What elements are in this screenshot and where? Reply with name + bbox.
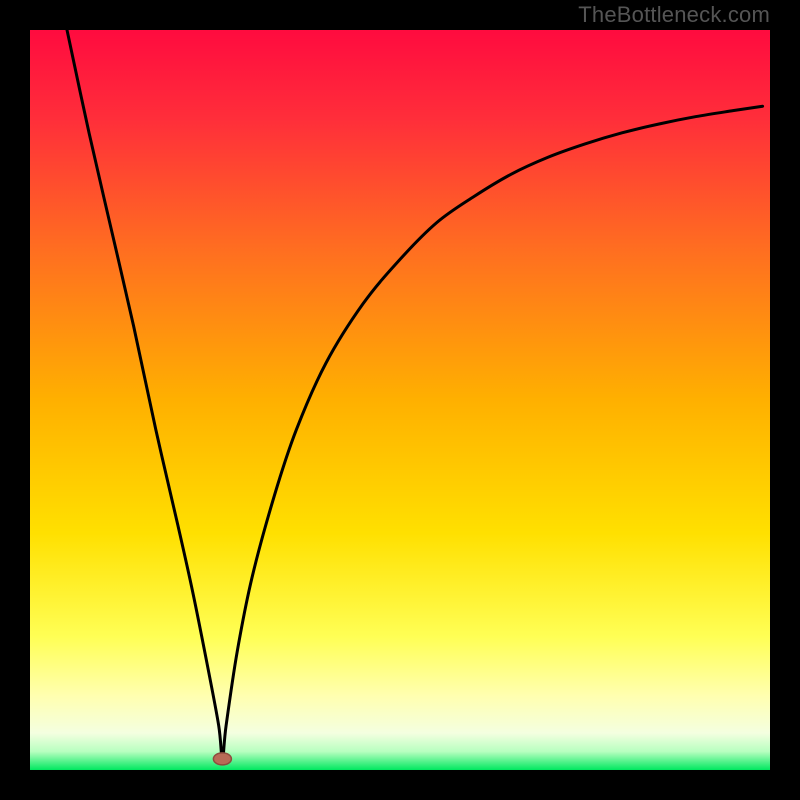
chart-frame (30, 30, 770, 770)
chart-svg (30, 30, 770, 770)
watermark-text: TheBottleneck.com (578, 2, 770, 28)
optimum-marker (213, 753, 231, 765)
gradient-background (30, 30, 770, 770)
